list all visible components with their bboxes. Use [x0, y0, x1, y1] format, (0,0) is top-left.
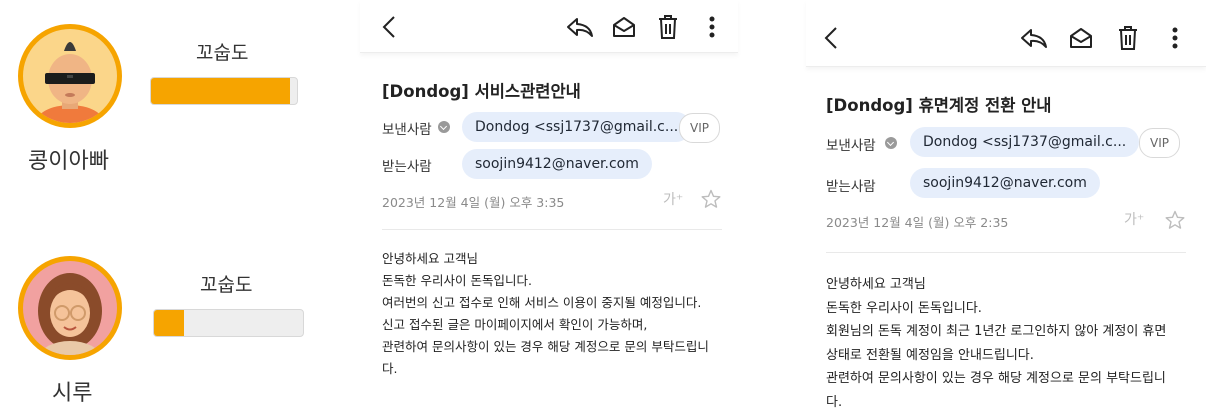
email-body: 안녕하세요 고객님 돈독한 우리사이 돈독입니다. 회원님의 돈독 계정이 최근… — [826, 273, 1166, 414]
sender-info-icon[interactable] — [885, 137, 897, 149]
email-subject: [Dondog] 휴면계정 전환 안내 — [826, 96, 1052, 115]
email-subject: [Dondog] 서비스관련안내 — [382, 82, 581, 101]
body-line: 안녕하세요 고객님 — [826, 277, 926, 292]
body-line: 회원님의 돈독 계정이 최근 1년간 로그인하지 않아 계정이 휴면 — [826, 324, 1167, 339]
reply-icon[interactable] — [566, 17, 594, 39]
sender-chip[interactable]: Dondog <ssj1737@gmail.c... — [462, 112, 692, 142]
body-line: 다. — [382, 361, 398, 376]
email-toolbar — [360, 0, 738, 53]
body-line: 관련하여 문의사항이 있는 경우 해당 계정으로 문의 부탁드립니 — [382, 339, 709, 354]
recipient-label: 받는사람 — [826, 179, 876, 195]
stat-progress-bar — [150, 77, 298, 105]
vip-button[interactable]: VIP — [679, 113, 720, 143]
stat-label: 꼬숩도 — [200, 274, 253, 296]
body-line: 돈독한 우리사이 돈독입니다. — [826, 300, 982, 316]
mail-open-icon[interactable] — [1069, 27, 1093, 49]
trash-icon[interactable] — [657, 14, 679, 40]
profile-name: 콩이아빠 — [28, 149, 109, 174]
body-line: 신고 접수된 글은 마이페이지에서 확인이 가능하며, — [382, 317, 648, 332]
stat-progress-fill — [154, 310, 184, 336]
back-icon[interactable] — [824, 26, 838, 50]
body-line: 다. — [826, 394, 843, 410]
email-body: 안녕하세요 고객님 돈독한 우리사이 돈독입니다. 여러번의 신고 접수로 인해… — [382, 248, 709, 380]
sender-label: 보낸사람 — [382, 122, 432, 138]
back-icon[interactable] — [382, 15, 396, 39]
avatar-boy — [18, 24, 122, 128]
reply-icon[interactable] — [1020, 28, 1048, 50]
email-toolbar — [806, 0, 1206, 67]
email-date: 2023년 12월 4일 (월) 오후 3:35 — [382, 195, 565, 210]
sender-info-icon[interactable] — [438, 121, 450, 133]
mail-open-icon[interactable] — [612, 16, 636, 38]
vip-button[interactable]: VIP — [1139, 128, 1180, 158]
avatar-girl — [18, 256, 122, 360]
body-line: 안녕하세요 고객님 — [382, 251, 478, 266]
divider — [382, 229, 722, 230]
font-size-button[interactable]: 가⁺ — [1124, 209, 1144, 229]
stat-label: 꼬숩도 — [196, 42, 249, 64]
divider — [826, 252, 1186, 253]
font-size-button[interactable]: 가⁺ — [663, 189, 683, 209]
profile-name: 시루 — [52, 381, 93, 406]
stat-progress-fill — [151, 78, 290, 104]
star-icon[interactable] — [701, 189, 721, 209]
email-view-1: [Dondog] 서비스관련안내 보낸사람 Dondog <ssj1737@gm… — [360, 0, 738, 418]
recipient-chip[interactable]: soojin9412@naver.com — [462, 149, 652, 179]
trash-icon[interactable] — [1117, 25, 1139, 51]
body-line: 관련하여 문의사항이 있는 경우 해당 계정으로 문의 부탁드립니 — [826, 371, 1166, 386]
sender-label: 보낸사람 — [826, 138, 876, 154]
more-icon[interactable] — [709, 16, 715, 38]
recipient-chip[interactable]: soojin9412@naver.com — [910, 168, 1100, 198]
body-line: 돈독한 우리사이 돈독입니다. — [382, 273, 532, 288]
more-icon[interactable] — [1172, 27, 1178, 49]
star-icon[interactable] — [1165, 210, 1185, 230]
stat-progress-bar — [153, 309, 304, 337]
email-view-2: [Dondog] 휴면계정 전환 안내 보낸사람 Dondog <ssj1737… — [806, 0, 1206, 418]
email-date: 2023년 12월 4일 (월) 오후 2:35 — [826, 215, 1009, 230]
body-line: 상태로 전환될 예정임을 안내드립니다. — [826, 347, 1034, 363]
body-line: 여러번의 신고 접수로 인해 서비스 이용이 중지될 예정입니다. — [382, 295, 702, 310]
sender-chip[interactable]: Dondog <ssj1737@gmail.c... — [910, 127, 1140, 157]
recipient-label: 받는사람 — [382, 159, 432, 175]
